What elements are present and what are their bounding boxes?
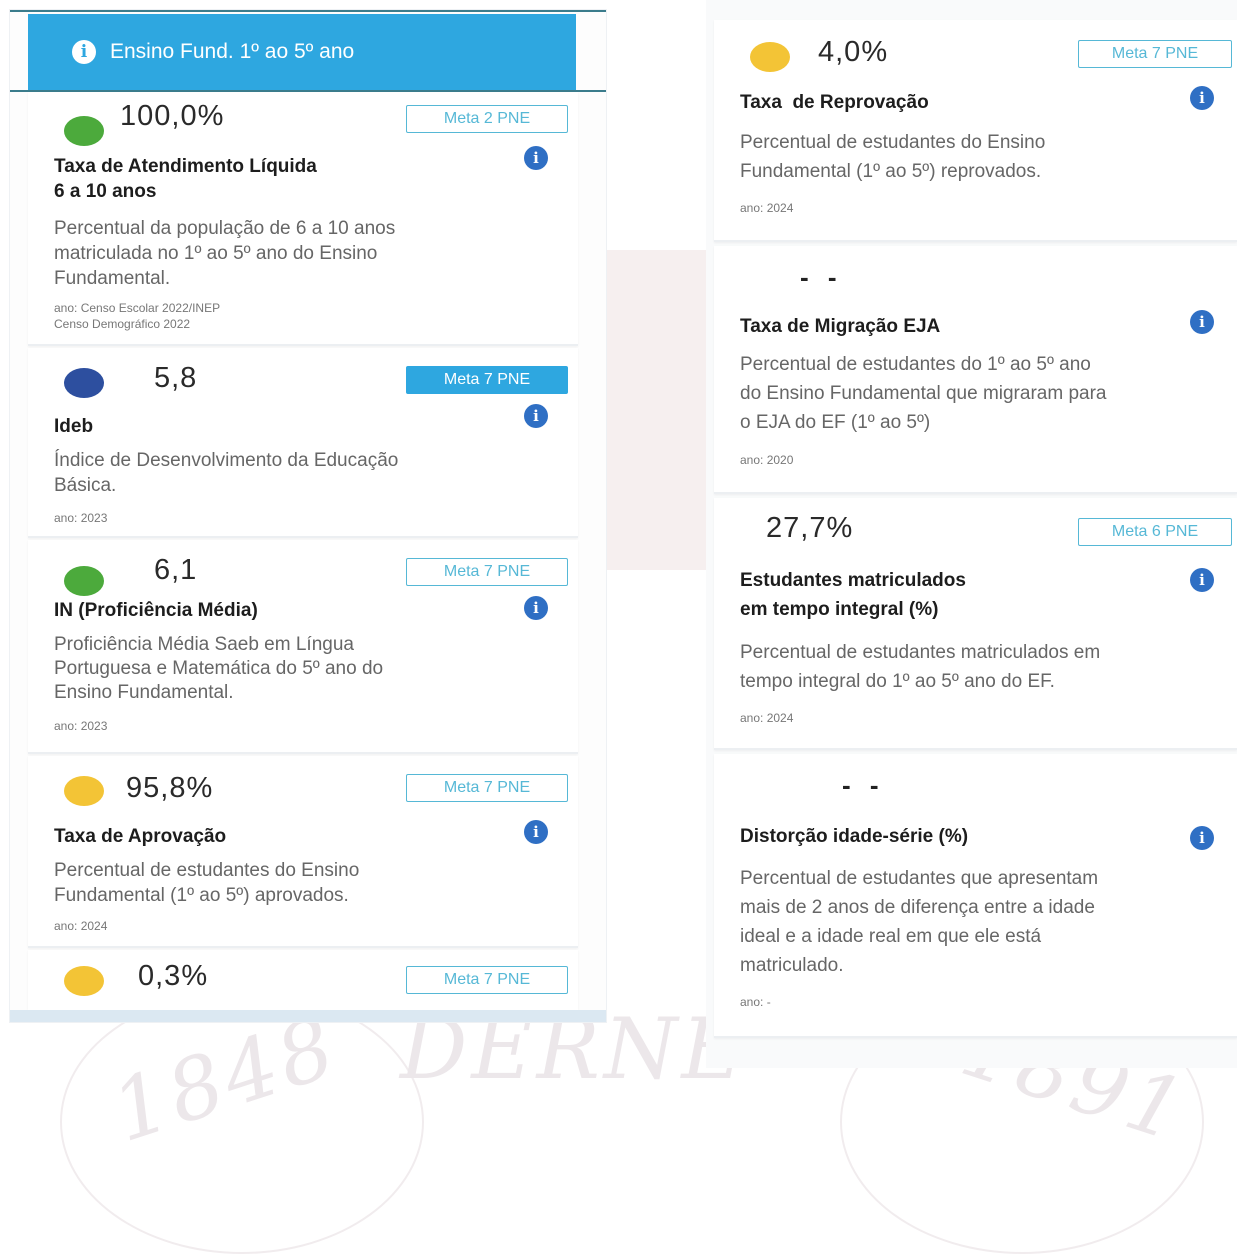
indicator-card-reprovacao[interactable]: 4,0% Meta 7 PNE Taxa de Reprovação i Per… [714,20,1237,242]
indicator-year: ano: 2024 [740,201,794,215]
indicator-card-ideb[interactable]: 5,8 Meta 7 PNE Ideb i Índice de Desenvol… [28,348,578,538]
indicator-description: Percentual da população de 6 a 10 anos [54,218,396,239]
meta-badge[interactable]: Meta 7 PNE [406,558,568,586]
section-title: Ensino Fund. 1º ao 5º ano [110,40,355,63]
panel-top-border [10,10,606,12]
indicator-description: Percentual de estudantes do Ensino [54,860,360,881]
meta-badge[interactable]: Meta 7 PNE [1078,40,1232,68]
status-dot-green [64,566,104,596]
indicator-description-line3: ideal e a idade real em que ele está [740,926,1042,947]
indicator-title: Taxa de Aprovação [54,826,227,847]
indicator-title-line2: 6 a 10 anos [54,181,157,202]
info-icon[interactable]: i [1190,568,1214,592]
info-icon: i [72,40,96,64]
indicator-card-distorcao[interactable]: - - Distorção idade-série (%) i Percentu… [714,754,1237,1038]
indicator-value: 100,0% [120,100,225,132]
indicator-description-line2: mais de 2 anos de diferença entre a idad… [740,897,1095,918]
info-icon[interactable]: i [524,404,548,428]
indicator-description-line2: Fundamental (1º ao 5º) aprovados. [54,885,349,906]
indicator-value: 5,8 [154,362,198,394]
indicator-description-line2: Básica. [54,475,117,496]
status-dot-blue [64,368,104,398]
info-icon[interactable]: i [524,820,548,844]
meta-badge[interactable]: Meta 6 PNE [1078,518,1232,546]
meta-badge[interactable]: Meta 2 PNE [406,105,568,133]
indicator-year: ano: 2023 [54,719,108,733]
indicator-title-line2: em tempo integral (%) [740,599,939,620]
indicator-value-empty: - - [842,770,885,800]
indicator-card-migracao-eja[interactable]: - - Taxa de Migração EJA i Percentual de… [714,246,1237,494]
indicator-title: Taxa de Reprovação [740,92,929,113]
indicator-year: ano: 2024 [54,919,108,933]
info-icon[interactable]: i [524,146,548,170]
indicator-title: Estudantes matriculados [740,570,966,591]
watermark-emblem [606,250,706,570]
info-icon[interactable]: i [1190,86,1214,110]
section-header[interactable]: i Ensino Fund. 1º ao 5º ano [28,14,576,90]
meta-badge[interactable]: Meta 7 PNE [406,774,568,802]
indicator-description: Percentual de estudantes do Ensino [740,132,1046,153]
indicator-source-line2: Censo Demográfico 2022 [54,317,191,331]
status-dot-yellow [64,966,104,996]
meta-badge[interactable]: Meta 7 PNE [406,366,568,394]
indicator-year: ano: 2020 [740,453,794,467]
indicator-description: Percentual de estudantes que apresentam [740,868,1099,889]
indicator-title: Taxa de Migração EJA [740,316,941,337]
status-dot-green [64,116,104,146]
indicator-description-line3: o EJA do EF (1º ao 5º) [740,412,931,433]
indicator-value: 6,1 [154,554,198,586]
indicator-title: Distorção idade-série (%) [740,826,969,847]
indicator-source: ano: Censo Escolar 2022/INEP [54,301,221,315]
status-dot-yellow [750,42,790,72]
indicator-year: ano: 2023 [54,511,108,525]
indicator-card-tempo-integral[interactable]: 27,7% Meta 6 PNE Estudantes matriculados… [714,498,1237,750]
indicator-card-atendimento[interactable]: 100,0% Meta 2 PNE Taxa de Atendimento Lí… [28,92,578,346]
indicator-value: 27,7% [766,512,854,544]
indicator-description: Percentual de estudantes matriculados em [740,642,1101,663]
info-icon[interactable]: i [1190,310,1214,334]
panel-bottom-bar [10,1010,606,1022]
indicator-year: ano: 2024 [740,711,794,725]
meta-badge[interactable]: Meta 7 PNE [406,966,568,994]
indicator-description-line2: tempo integral do 1º ao 5º ano do EF. [740,671,1055,692]
indicator-description-line2: Portuguesa e Matemática do 5º ano do [54,658,384,679]
indicator-card-aprovacao[interactable]: 95,8% Meta 7 PNE Taxa de Aprovação i Per… [28,756,578,948]
indicator-value: 95,8% [126,772,214,804]
indicator-description-line3: Ensino Fundamental. [54,682,234,703]
indicator-title: Ideb [54,416,94,437]
info-icon[interactable]: i [1190,826,1214,850]
indicator-description-line4: matriculado. [740,955,844,976]
indicator-card-partial[interactable]: 0,3% Meta 7 PNE [28,950,578,1010]
indicator-value: 0,3% [138,960,209,992]
indicator-description: Índice de Desenvolvimento da Educação [54,450,399,471]
indicator-value: 4,0% [818,36,889,68]
indicator-title: IN (Proficiência Média) [54,600,258,621]
indicator-description-line2: do Ensino Fundamental que migraram para [740,383,1107,404]
indicator-description: Percentual de estudantes do 1º ao 5º ano [740,354,1091,375]
indicator-description: Proficiência Média Saeb em Língua [54,634,354,655]
indicator-description-line3: Fundamental. [54,268,171,289]
status-dot-yellow [64,776,104,806]
indicator-description-line2: matriculada no 1º ao 5º ano do Ensino [54,243,378,264]
right-panel: 4,0% Meta 7 PNE Taxa de Reprovação i Per… [706,0,1237,1068]
indicator-card-proficiencia[interactable]: 6,1 Meta 7 PNE IN (Proficiência Média) i… [28,540,578,754]
indicator-description-line2: Fundamental (1º ao 5º) reprovados. [740,161,1042,182]
indicator-value-empty: - - [800,262,843,292]
info-icon[interactable]: i [524,596,548,620]
left-panel: i Ensino Fund. 1º ao 5º ano 100,0% Meta … [10,10,606,1022]
indicator-year: ano: - [740,995,771,1009]
indicator-title: Taxa de Atendimento Líquida [54,156,317,177]
